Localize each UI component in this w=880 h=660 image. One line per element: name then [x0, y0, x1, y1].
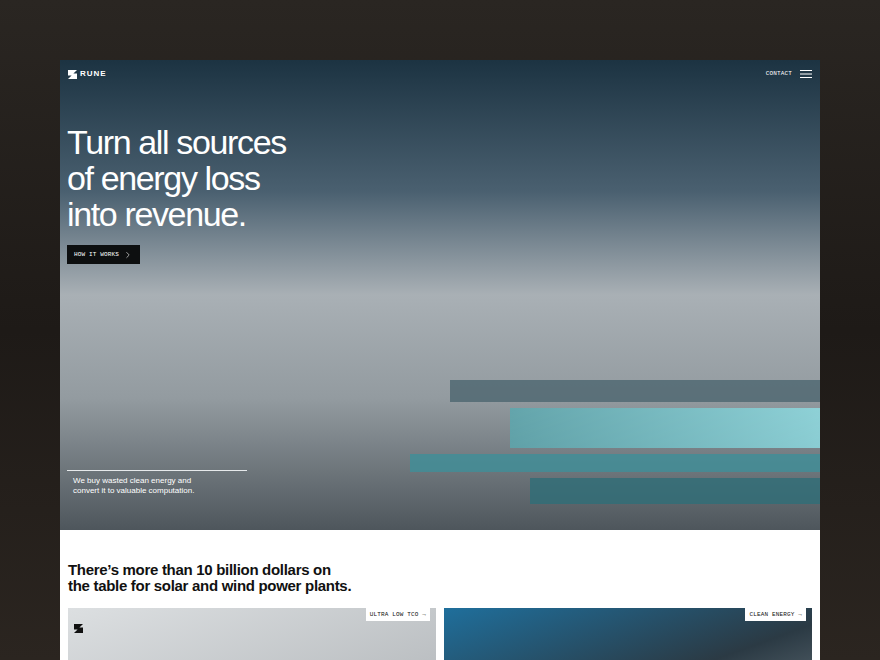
chevron-right-icon: [123, 250, 133, 260]
website: RUNE CONTACT Turn all sourcesof energy los…: [60, 60, 820, 660]
photo-glitch: [390, 380, 820, 520]
value-section: There’s more than 10 billion dollars ont…: [60, 530, 820, 660]
nav-link[interactable]: CONTACT: [766, 69, 792, 79]
nav-bar: RUNE CONTACT: [60, 60, 820, 80]
logo-icon: [68, 70, 77, 79]
logo-icon: [74, 624, 83, 633]
feature-card[interactable]: ULTRA LOW TCO →: [68, 608, 436, 660]
hero-headline: Turn all sourcesof energy lossinto reven…: [60, 124, 820, 232]
card-label[interactable]: CLEAN ENERGY →: [745, 608, 806, 621]
page-backdrop: RUNE CONTACT Turn all sourcesof energy los…: [0, 0, 880, 660]
hero-caption: We buy wasted clean energy and convert i…: [67, 470, 247, 496]
logo[interactable]: RUNE: [68, 68, 107, 80]
menu-icon[interactable]: [800, 70, 812, 78]
section-heading: There’s more than 10 billion dollars ont…: [68, 562, 812, 594]
card-label[interactable]: ULTRA LOW TCO →: [366, 608, 430, 621]
how-it-works-button[interactable]: HOW IT WORKS: [67, 245, 140, 264]
card-grid: ULTRA LOW TCO → CLEAN ENERGY →: [68, 608, 812, 660]
feature-card[interactable]: CLEAN ENERGY →: [444, 608, 812, 660]
hero: RUNE CONTACT Turn all sourcesof energy los…: [60, 60, 820, 530]
